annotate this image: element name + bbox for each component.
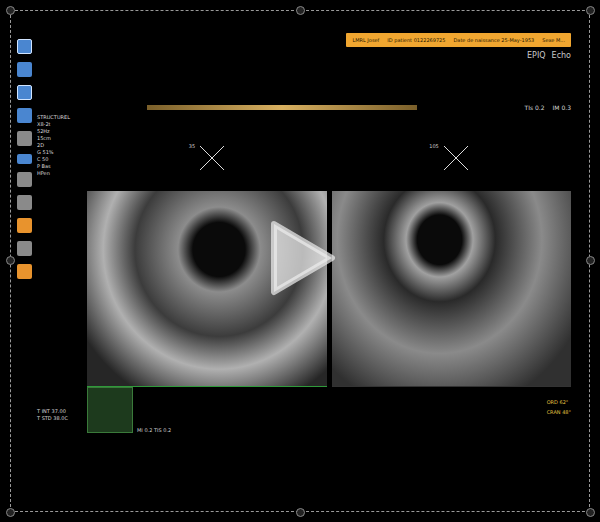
tool-icon[interactable] <box>17 264 32 279</box>
resize-handle[interactable] <box>6 508 15 517</box>
resize-handle[interactable] <box>6 6 15 15</box>
tool-icon[interactable] <box>17 39 32 54</box>
tool-icon[interactable] <box>17 131 32 146</box>
parameter: P Bas <box>37 163 81 169</box>
parameters: STRUCTURELX8-2t52Hz15cm2DG 51%C 50P BasH… <box>37 104 81 511</box>
info-bar <box>147 105 417 110</box>
brand: EPIQEcho <box>37 47 571 60</box>
parameter: 15cm <box>37 135 81 141</box>
play-button[interactable] <box>254 214 346 302</box>
parameter: 52Hz <box>37 128 81 134</box>
parameter: HPen <box>37 170 81 176</box>
parameter: C 50 <box>37 156 81 162</box>
play-icon[interactable] <box>260 218 340 298</box>
index-reading: TIs 0.2 <box>525 104 545 111</box>
temperature: T STD 38.0C <box>37 415 81 421</box>
tool-icon[interactable] <box>17 195 32 210</box>
ultrasound-image <box>87 191 327 387</box>
orientation: ORD 62°CRAN 48° <box>547 399 571 415</box>
mechanical-index: MI 0.2 TIS 0.2 <box>137 427 171 433</box>
ultrasound-image <box>332 191 572 387</box>
resize-handle[interactable] <box>296 6 305 15</box>
orientation-cross-icon <box>441 143 471 173</box>
resize-handle[interactable] <box>6 256 15 265</box>
parameter: X8-2t <box>37 121 81 127</box>
angle-label: 35 <box>189 143 195 149</box>
tool-icon[interactable] <box>17 85 32 100</box>
video-player[interactable]: LMRL JosefID patient 0122269725Date de n… <box>0 0 600 522</box>
angle-label: 105 <box>429 143 439 149</box>
parameter: 2D <box>37 142 81 148</box>
resize-handle[interactable] <box>296 508 305 517</box>
temperature: T INT 37.00 <box>37 408 81 414</box>
tool-icon[interactable] <box>17 154 32 164</box>
tool-icon[interactable] <box>17 241 32 256</box>
probe-thumbnail <box>87 387 133 433</box>
patient-bar: LMRL JosefID patient 0122269725Date de n… <box>346 33 571 47</box>
tool-icon[interactable] <box>17 108 32 123</box>
resize-handle[interactable] <box>586 6 595 15</box>
parameter: G 51% <box>37 149 81 155</box>
index-reading: IM 0.3 <box>553 104 571 111</box>
resize-handle[interactable] <box>586 256 595 265</box>
tool-icon[interactable] <box>17 218 32 233</box>
tool-icon[interactable] <box>17 172 32 187</box>
tool-icon[interactable] <box>17 62 32 77</box>
parameter: STRUCTUREL <box>37 114 81 120</box>
resize-handle[interactable] <box>586 508 595 517</box>
orientation-cross-icon <box>197 143 227 173</box>
